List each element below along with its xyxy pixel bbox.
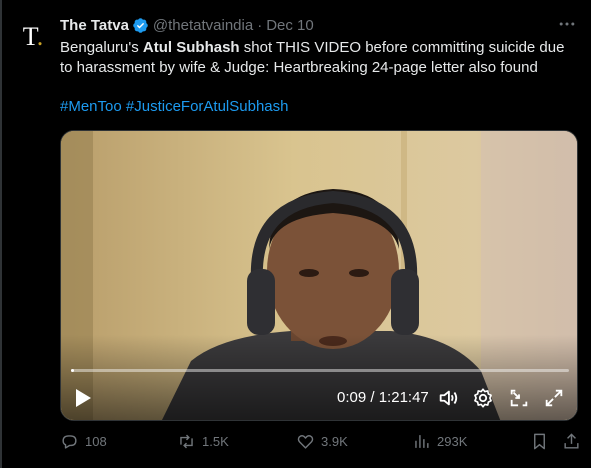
tweet-text-bold: Atul Subhash [142, 39, 240, 56]
video-controls: 0:09 / 1:21:47 [61, 381, 577, 419]
hashtags: #MenToo #JusticeForAtulSubhash [60, 97, 288, 117]
fullscreen-icon[interactable] [543, 387, 565, 409]
avatar-letter: T [23, 22, 43, 52]
like-button[interactable]: 3.9K [296, 432, 348, 451]
tweet-header: The Tatva @thetatvaindia · Dec 10 [60, 15, 314, 35]
tweet-text: Bengaluru's Atul Subhash shot THIS VIDEO… [60, 38, 580, 78]
play-icon[interactable] [73, 387, 93, 409]
like-count: 3.9K [321, 434, 348, 449]
duration: 1:21:47 [378, 389, 429, 406]
timeline-divider [0, 0, 2, 468]
volume-icon[interactable] [437, 387, 459, 409]
settings-icon[interactable] [472, 387, 494, 409]
views-button[interactable]: 293K [412, 432, 467, 451]
author-handle[interactable]: @thetatvaindia [153, 17, 253, 34]
hashtag-mentoo[interactable]: #MenToo [60, 98, 122, 115]
time-separator: / [366, 389, 379, 406]
reply-count: 108 [85, 434, 107, 449]
video-player[interactable]: 0:09 / 1:21:47 [60, 130, 578, 421]
more-icon[interactable] [557, 14, 577, 34]
bookmark-icon [534, 433, 545, 450]
hashtag-justice[interactable]: #JusticeForAtulSubhash [126, 98, 289, 115]
repost-count: 1.5K [202, 434, 229, 449]
progress-bar[interactable] [71, 369, 569, 372]
separator-dot: · [257, 16, 263, 34]
views-count: 293K [437, 434, 468, 449]
reply-button[interactable]: 108 [60, 432, 107, 451]
share-icon [564, 433, 579, 449]
video-frame [61, 131, 577, 420]
progress-fill [71, 369, 74, 372]
views-icon [415, 435, 429, 448]
repost-icon [180, 434, 193, 449]
tweet-text-part1: Bengaluru's [60, 39, 143, 56]
bookmark-button[interactable] [530, 432, 555, 451]
current-time: 0:09 [337, 389, 367, 406]
reply-icon [62, 435, 77, 449]
avatar[interactable]: T [14, 18, 52, 56]
repost-button[interactable]: 1.5K [177, 432, 229, 451]
video-time: 0:09 / 1:21:47 [337, 389, 429, 406]
share-button[interactable] [562, 432, 587, 451]
verified-badge-icon [133, 17, 148, 33]
author-name[interactable]: The Tatva [60, 17, 129, 34]
like-icon [297, 435, 314, 449]
tweet-date[interactable]: Dec 10 [266, 17, 314, 34]
tweet-actions: 108 1.5K 3.9K 293K [60, 432, 585, 454]
pip-icon[interactable] [508, 387, 530, 409]
